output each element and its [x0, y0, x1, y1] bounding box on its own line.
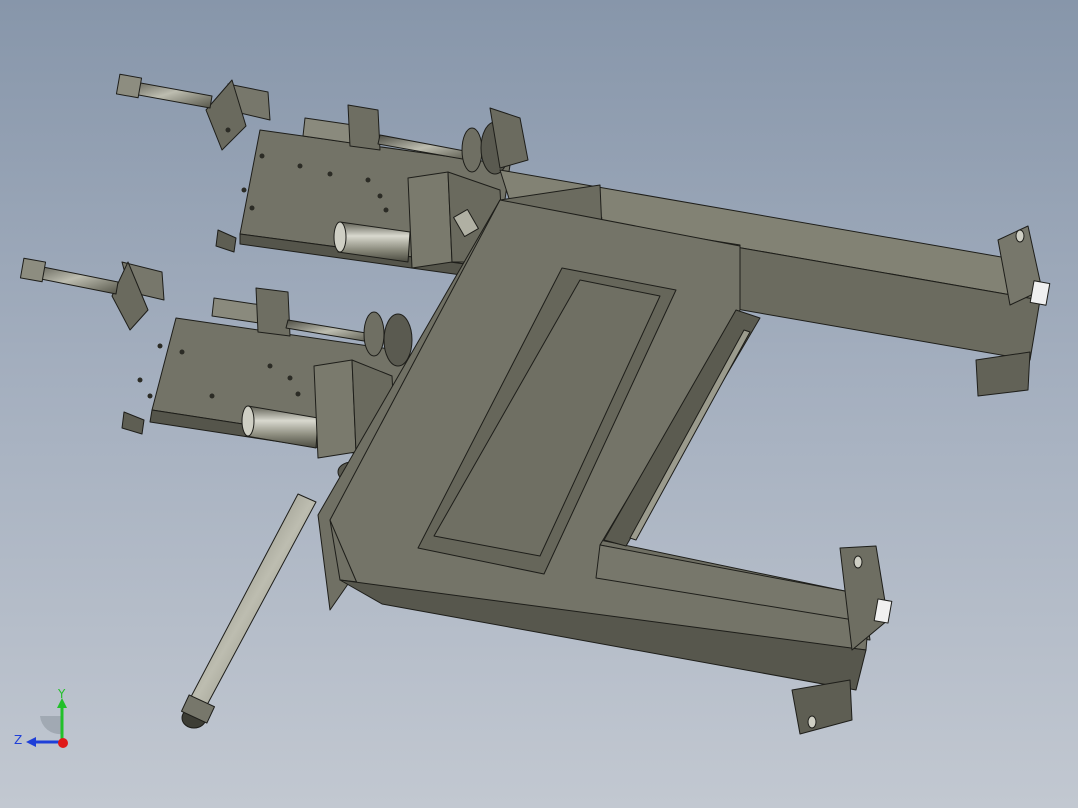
z-axis-label: Z: [14, 733, 22, 747]
z-axis-arrow-icon: [26, 737, 36, 747]
triad-arc-icon: [40, 716, 62, 735]
orientation-triad: Y Z: [14, 687, 68, 748]
actuator-rod: [181, 493, 317, 729]
x-axis-dot-icon: [58, 738, 68, 748]
machine-assembly[interactable]: [19, 73, 1051, 735]
y-axis-label: Y: [57, 687, 66, 701]
lower-carriage: [19, 257, 413, 483]
upper-carriage: [115, 73, 529, 281]
cad-viewport[interactable]: Y Z: [0, 0, 1078, 808]
